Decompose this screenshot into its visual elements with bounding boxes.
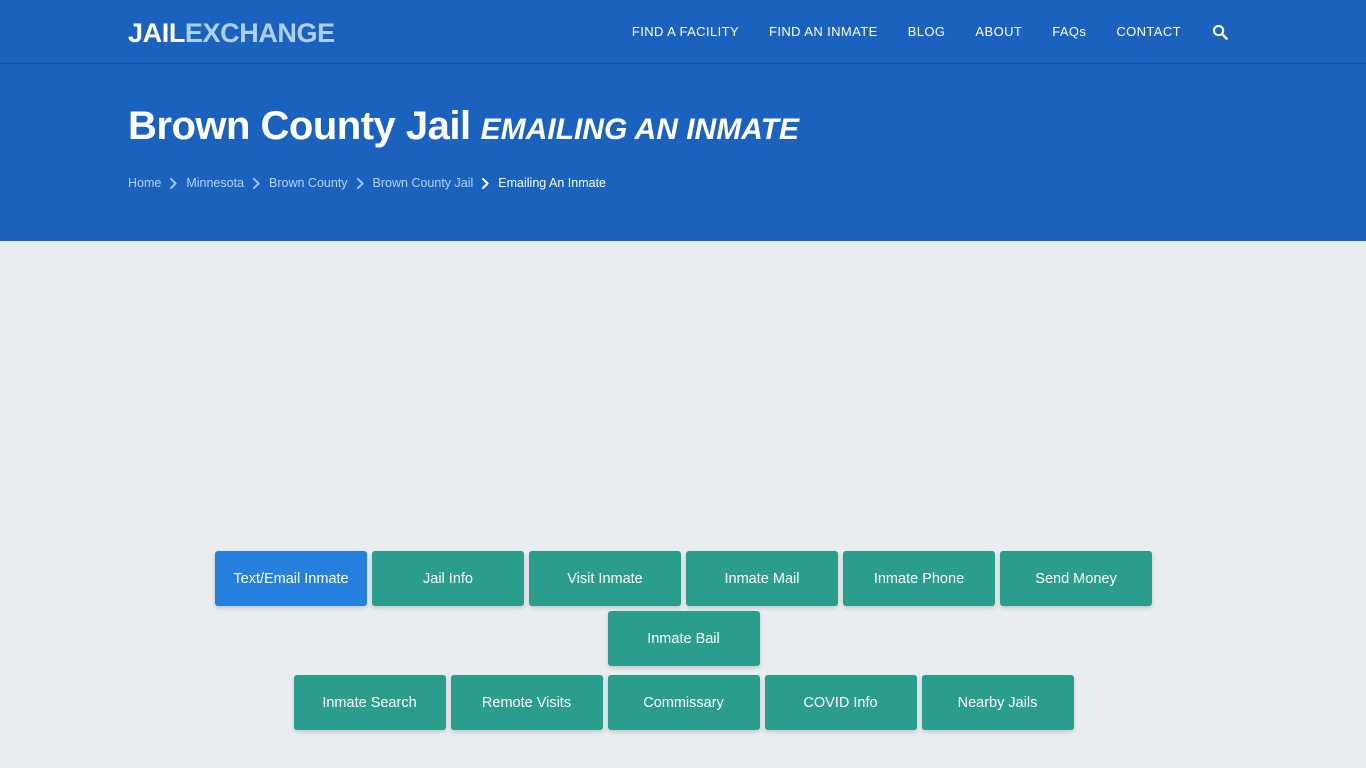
main-navigation: FIND A FACILITY FIND AN INMATE BLOG ABOU…: [617, 0, 1238, 64]
facility-nav-inmate-phone[interactable]: Inmate Phone: [843, 551, 995, 606]
page-hero: Brown County Jail EMAILING AN INMATE Home…: [0, 64, 1366, 241]
search-icon: [1212, 24, 1228, 40]
facility-section-nav: Text/Email Inmate Jail Info Visit Inmate…: [139, 551, 1228, 730]
top-navigation-bar: JAILEXCHANGE FIND A FACILITY FIND AN INM…: [0, 0, 1366, 64]
search-button[interactable]: [1202, 0, 1238, 64]
facility-nav-commissary[interactable]: Commissary: [607, 675, 760, 730]
chevron-right-icon: [482, 177, 489, 189]
page-title-facility: Brown County Jail: [128, 104, 471, 148]
logo-text-accent: EXCHANGE: [184, 18, 335, 48]
facility-nav-nearby-jails[interactable]: Nearby Jails: [921, 675, 1074, 730]
breadcrumb: Home Minnesota Brown County Brown County…: [128, 174, 1238, 192]
facility-nav-send-money[interactable]: Send Money: [1000, 551, 1152, 606]
breadcrumb-item-minnesota[interactable]: Minnesota: [186, 174, 244, 192]
breadcrumb-item-brown-county-jail[interactable]: Brown County Jail: [373, 174, 474, 192]
facility-nav-visit-inmate[interactable]: Visit Inmate: [529, 551, 681, 606]
site-logo[interactable]: JAILEXCHANGE: [128, 18, 335, 48]
facility-section-nav-row-2: Inmate Search Remote Visits Commissary C…: [139, 675, 1228, 730]
nav-item-faqs[interactable]: FAQs: [1037, 0, 1101, 64]
breadcrumb-item-current: Emailing An Inmate: [498, 176, 606, 190]
logo-text-primary: JAIL: [128, 18, 185, 48]
chevron-right-icon: [170, 177, 177, 189]
chevron-right-icon: [253, 177, 260, 189]
nav-item-blog[interactable]: BLOG: [893, 0, 961, 64]
nav-item-find-an-inmate[interactable]: FIND AN INMATE: [754, 0, 893, 64]
page-title-section: EMAILING AN INMATE: [480, 113, 799, 146]
breadcrumb-item-brown-county[interactable]: Brown County: [269, 174, 348, 192]
facility-nav-inmate-mail[interactable]: Inmate Mail: [686, 551, 838, 606]
facility-nav-inmate-search[interactable]: Inmate Search: [293, 675, 446, 730]
facility-nav-covid-info[interactable]: COVID Info: [764, 675, 917, 730]
chevron-right-icon: [356, 177, 364, 189]
nav-item-about[interactable]: ABOUT: [960, 0, 1037, 64]
main-content: Text/Email Inmate Jail Info Visit Inmate…: [0, 241, 1366, 768]
facility-nav-inmate-bail[interactable]: Inmate Bail: [607, 611, 760, 666]
breadcrumb-item-home[interactable]: Home: [128, 174, 161, 192]
page-title: Brown County Jail EMAILING AN INMATE: [128, 102, 1238, 154]
nav-item-contact[interactable]: CONTACT: [1101, 0, 1196, 64]
facility-nav-remote-visits[interactable]: Remote Visits: [450, 675, 603, 730]
facility-nav-text-email-inmate[interactable]: Text/Email Inmate: [215, 551, 367, 606]
facility-nav-jail-info[interactable]: Jail Info: [372, 551, 524, 606]
facility-section-nav-row-1: Text/Email Inmate Jail Info Visit Inmate…: [139, 551, 1228, 666]
nav-item-find-a-facility[interactable]: FIND A FACILITY: [617, 0, 754, 64]
